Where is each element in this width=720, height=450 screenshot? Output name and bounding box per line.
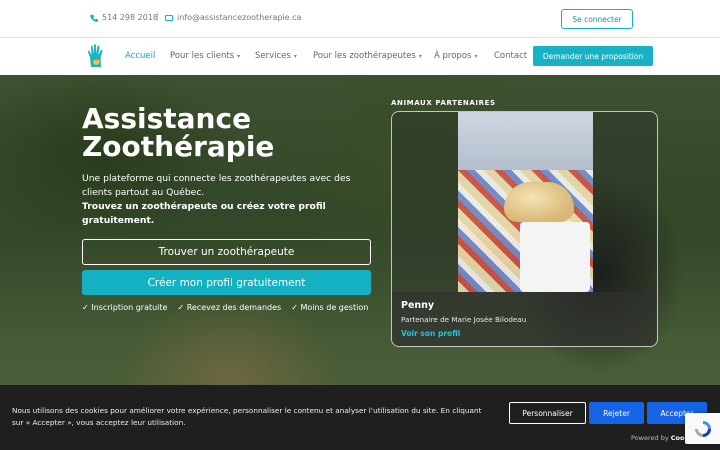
chevron-down-icon: ▾ (293, 53, 297, 60)
partner-card-body: Penny Partenaire de Marie Josée Bilodeau… (392, 292, 657, 346)
hero-title: Assistance Zoothérapie (82, 102, 275, 163)
phone-number: 514 298 2018 (102, 13, 158, 22)
chevron-down-icon: ▾ (474, 53, 478, 60)
nav-services[interactable]: Services ▾ (255, 51, 297, 61)
nav-apropos-label: À propos (434, 51, 472, 61)
partner-name: Penny (401, 300, 435, 311)
hero-description: Une plateforme qui connecte les zoothéra… (82, 172, 382, 228)
perk-item: ✓ Inscription gratuite (82, 303, 168, 312)
main-nav: Accueil Pour les clients ▾ Services ▾ Pour… (0, 38, 720, 75)
request-proposal-button[interactable]: Demander une proposition (533, 46, 653, 66)
partners-section-label: ANIMAUX PARTENAIRES (391, 99, 496, 107)
powered-by-prefix: Powered by (631, 434, 669, 442)
mail-icon (165, 14, 173, 21)
create-profile-button[interactable]: Créer mon profil gratuitement (82, 270, 371, 295)
contact-separator: | (156, 12, 160, 22)
nav-accueil[interactable]: Accueil (125, 51, 155, 61)
recaptcha-icon (694, 420, 711, 437)
nav-clients-label: Pour les clients (170, 51, 235, 61)
login-button[interactable]: Se connecter (561, 9, 633, 29)
perk-item: ✓ Moins de gestion (291, 303, 369, 312)
hero-description-bold: Trouvez un zoothérapeute ou créez votre … (82, 201, 326, 226)
view-profile-link[interactable]: Voir son profil (401, 329, 460, 338)
nav-contact-label: Contact (494, 51, 528, 61)
perks-list: ✓ Inscription gratuite ✓ Recevez des dem… (82, 303, 368, 312)
partner-animal-card[interactable]: Penny Partenaire de Marie Josée Bilodeau… (391, 111, 658, 347)
chevron-down-icon: ▾ (418, 53, 422, 60)
powered-by: Powered by Coo (631, 434, 684, 442)
nav-accueil-label: Accueil (125, 51, 156, 61)
chevron-down-icon: ▾ (237, 53, 241, 60)
hero-description-text: Une plateforme qui connecte les zoothéra… (82, 173, 351, 198)
cookie-message: Nous utilisons des cookies pour améliore… (12, 406, 482, 427)
nav-zootherapeutes-label: Pour les zoothérapeutes (313, 51, 416, 61)
perk-item: ✓ Recevez des demandes (177, 303, 282, 312)
find-zootherapist-button[interactable]: Trouver un zoothérapeute (82, 239, 371, 265)
email-contact[interactable]: info@assistancezootherapie.ca (165, 13, 301, 22)
recaptcha-badge[interactable] (685, 413, 720, 444)
partner-subtitle: Partenaire de Marie Josée Bilodeau (401, 315, 527, 324)
customize-cookies-button[interactable]: Personnaliser (509, 402, 586, 424)
partner-animal-photo (458, 112, 593, 292)
nav-services-label: Services (255, 51, 291, 61)
email-address: info@assistancezootherapie.ca (177, 13, 302, 22)
cookie-banner: Nous utilisons des cookies pour améliore… (0, 385, 720, 450)
nav-pour-les-clients[interactable]: Pour les clients ▾ (170, 51, 240, 61)
phone-icon (90, 14, 98, 22)
hand-logo-icon[interactable] (84, 43, 110, 69)
phone-contact[interactable]: 514 298 2018 (90, 13, 158, 22)
nav-a-propos[interactable]: À propos ▾ (434, 51, 477, 61)
powered-by-brand: Coo (670, 434, 685, 442)
reject-cookies-button[interactable]: Rejeter (589, 402, 644, 424)
nav-pour-les-zootherapeutes[interactable]: Pour les zoothérapeutes ▾ (313, 51, 422, 61)
top-bar: 514 298 2018 | info@assistancezootherapi… (0, 0, 720, 38)
nav-contact[interactable]: Contact (494, 51, 527, 61)
